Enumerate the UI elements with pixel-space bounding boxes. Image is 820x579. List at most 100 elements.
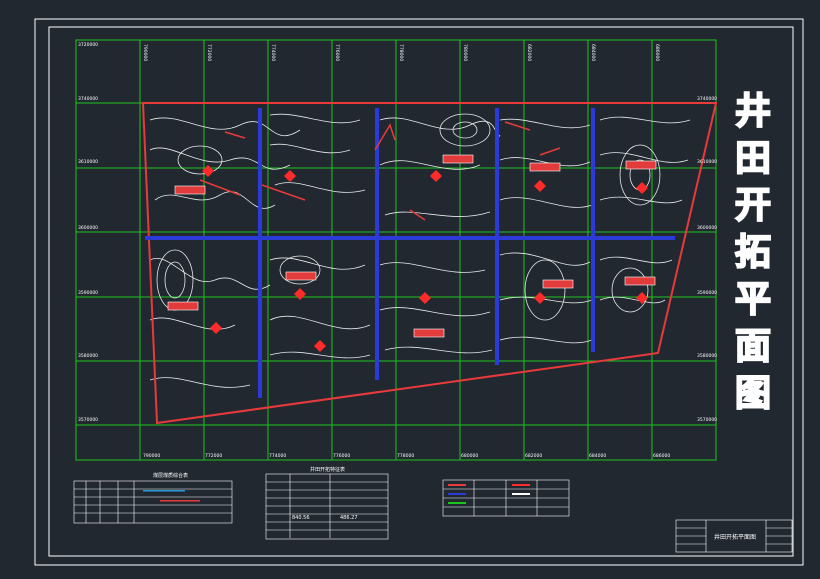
title-char: 开	[734, 184, 772, 227]
contour-line	[499, 252, 591, 266]
right-coord-label: 3570000	[697, 417, 717, 423]
top-coord-label: 778000	[398, 44, 404, 61]
title-char: 图	[734, 372, 772, 415]
mid-table-value: 486.27	[340, 515, 358, 521]
contour-line	[269, 113, 361, 124]
right-coord-label: 3600000	[697, 225, 717, 231]
left-coord-label: 3720000	[78, 42, 98, 48]
contour-ring	[156, 249, 194, 311]
panel-label	[624, 276, 656, 286]
drawing-title-vertical: 井 田 开 拓 平 面 图	[728, 88, 778, 417]
left-coord-label: 3610000	[78, 159, 98, 165]
mid-table-value: 840.56	[292, 515, 310, 521]
table-left-title: 煤层煤质综合表	[153, 472, 188, 479]
contour-line	[599, 196, 683, 204]
bottom-coord-label: 778000	[397, 453, 414, 459]
panel-label	[529, 162, 561, 172]
contour-ring	[524, 259, 566, 321]
fault-line	[224, 131, 246, 139]
bottom-coord-label: 684000	[589, 453, 606, 459]
outer-frame	[34, 18, 804, 566]
top-coord-label: 772000	[206, 44, 212, 61]
title-char: 面	[734, 325, 772, 368]
contour-line	[599, 256, 673, 264]
bottom-coord-label: 790000	[143, 453, 160, 459]
bottom-coord-label: 682000	[525, 453, 542, 459]
contour-ring	[452, 121, 478, 139]
legend-swatch	[448, 484, 466, 486]
contour-line	[384, 211, 491, 217]
marker	[210, 322, 222, 334]
contour-line	[599, 296, 666, 304]
contour-line	[274, 182, 366, 193]
top-coord-label: 774000	[270, 44, 276, 61]
contour-line	[154, 191, 276, 209]
contour-line	[149, 317, 236, 330]
top-coord-label: 780000	[462, 44, 468, 61]
top-coord-label: 790000	[142, 44, 148, 61]
title-char: 井	[734, 90, 772, 133]
title-block-name: 井田开拓平面图	[714, 533, 756, 541]
bottom-coord-label: 686000	[653, 453, 670, 459]
right-coord-label: 3590000	[697, 290, 717, 296]
left-coord-label: 3740000	[78, 96, 98, 102]
contour-ring	[164, 261, 186, 299]
marker	[294, 288, 306, 300]
fault-line	[199, 179, 241, 196]
bottom-tables	[73, 473, 793, 553]
fault-line	[504, 121, 531, 131]
marker	[284, 170, 296, 182]
right-coord-label: 3740000	[697, 96, 717, 102]
panel-label	[167, 301, 199, 311]
contour-line	[499, 118, 591, 129]
legend-swatch	[448, 493, 466, 495]
contour-line	[599, 116, 691, 124]
panel-label	[442, 154, 474, 164]
marker	[314, 340, 326, 352]
left-coord-label: 3580000	[78, 353, 98, 359]
contour-line	[499, 197, 593, 208]
coordinate-labels: 3720000 3740000 3610000 3600000 3590000 35800…	[78, 42, 717, 459]
panel-labels	[167, 154, 657, 338]
panel-label	[285, 271, 317, 281]
marker	[534, 292, 546, 304]
contour-line	[269, 143, 351, 154]
marker	[534, 180, 546, 192]
table-legend-swatches	[143, 484, 530, 504]
bottom-coord-label: 776000	[333, 453, 350, 459]
contour-ring	[177, 145, 223, 175]
marker	[636, 182, 648, 194]
left-coord-label: 3570000	[78, 417, 98, 423]
title-char: 田	[734, 137, 772, 180]
contour-line	[384, 346, 493, 354]
legend-swatch	[512, 484, 530, 486]
panel-label	[542, 279, 574, 289]
fault-line	[409, 209, 426, 221]
title-char: 平	[734, 278, 772, 321]
top-coord-label: 682000	[526, 44, 532, 61]
contour-ring	[619, 144, 661, 206]
table-mid-title: 井田开拓特征表	[310, 466, 345, 473]
legend-swatch	[512, 493, 530, 495]
bottom-coord-label: 774000	[269, 453, 286, 459]
legend-swatch	[448, 502, 466, 504]
contour-line	[499, 296, 593, 304]
right-coord-label: 3580000	[697, 353, 717, 359]
contour-line	[499, 336, 593, 344]
map-area	[75, 39, 718, 461]
top-coord-label: 684000	[590, 44, 596, 61]
top-coord-label: 686000	[654, 44, 660, 61]
main-roadways	[145, 108, 675, 398]
contour-line	[269, 315, 371, 330]
cad-drawing: 煤层煤质综合表 井田开拓特征表 840.56 486.27 井田开拓平面图 37…	[34, 18, 804, 566]
contour-ring	[611, 267, 649, 313]
top-coord-label: 776000	[334, 44, 340, 61]
table-left	[73, 480, 233, 524]
panel-markers	[202, 165, 648, 352]
contour-line	[149, 258, 271, 290]
left-coord-label: 3600000	[78, 225, 98, 231]
mine-field-boundary	[141, 102, 718, 425]
marker	[419, 292, 431, 304]
panel-label	[413, 328, 445, 338]
bottom-coord-label: 772000	[205, 453, 222, 459]
